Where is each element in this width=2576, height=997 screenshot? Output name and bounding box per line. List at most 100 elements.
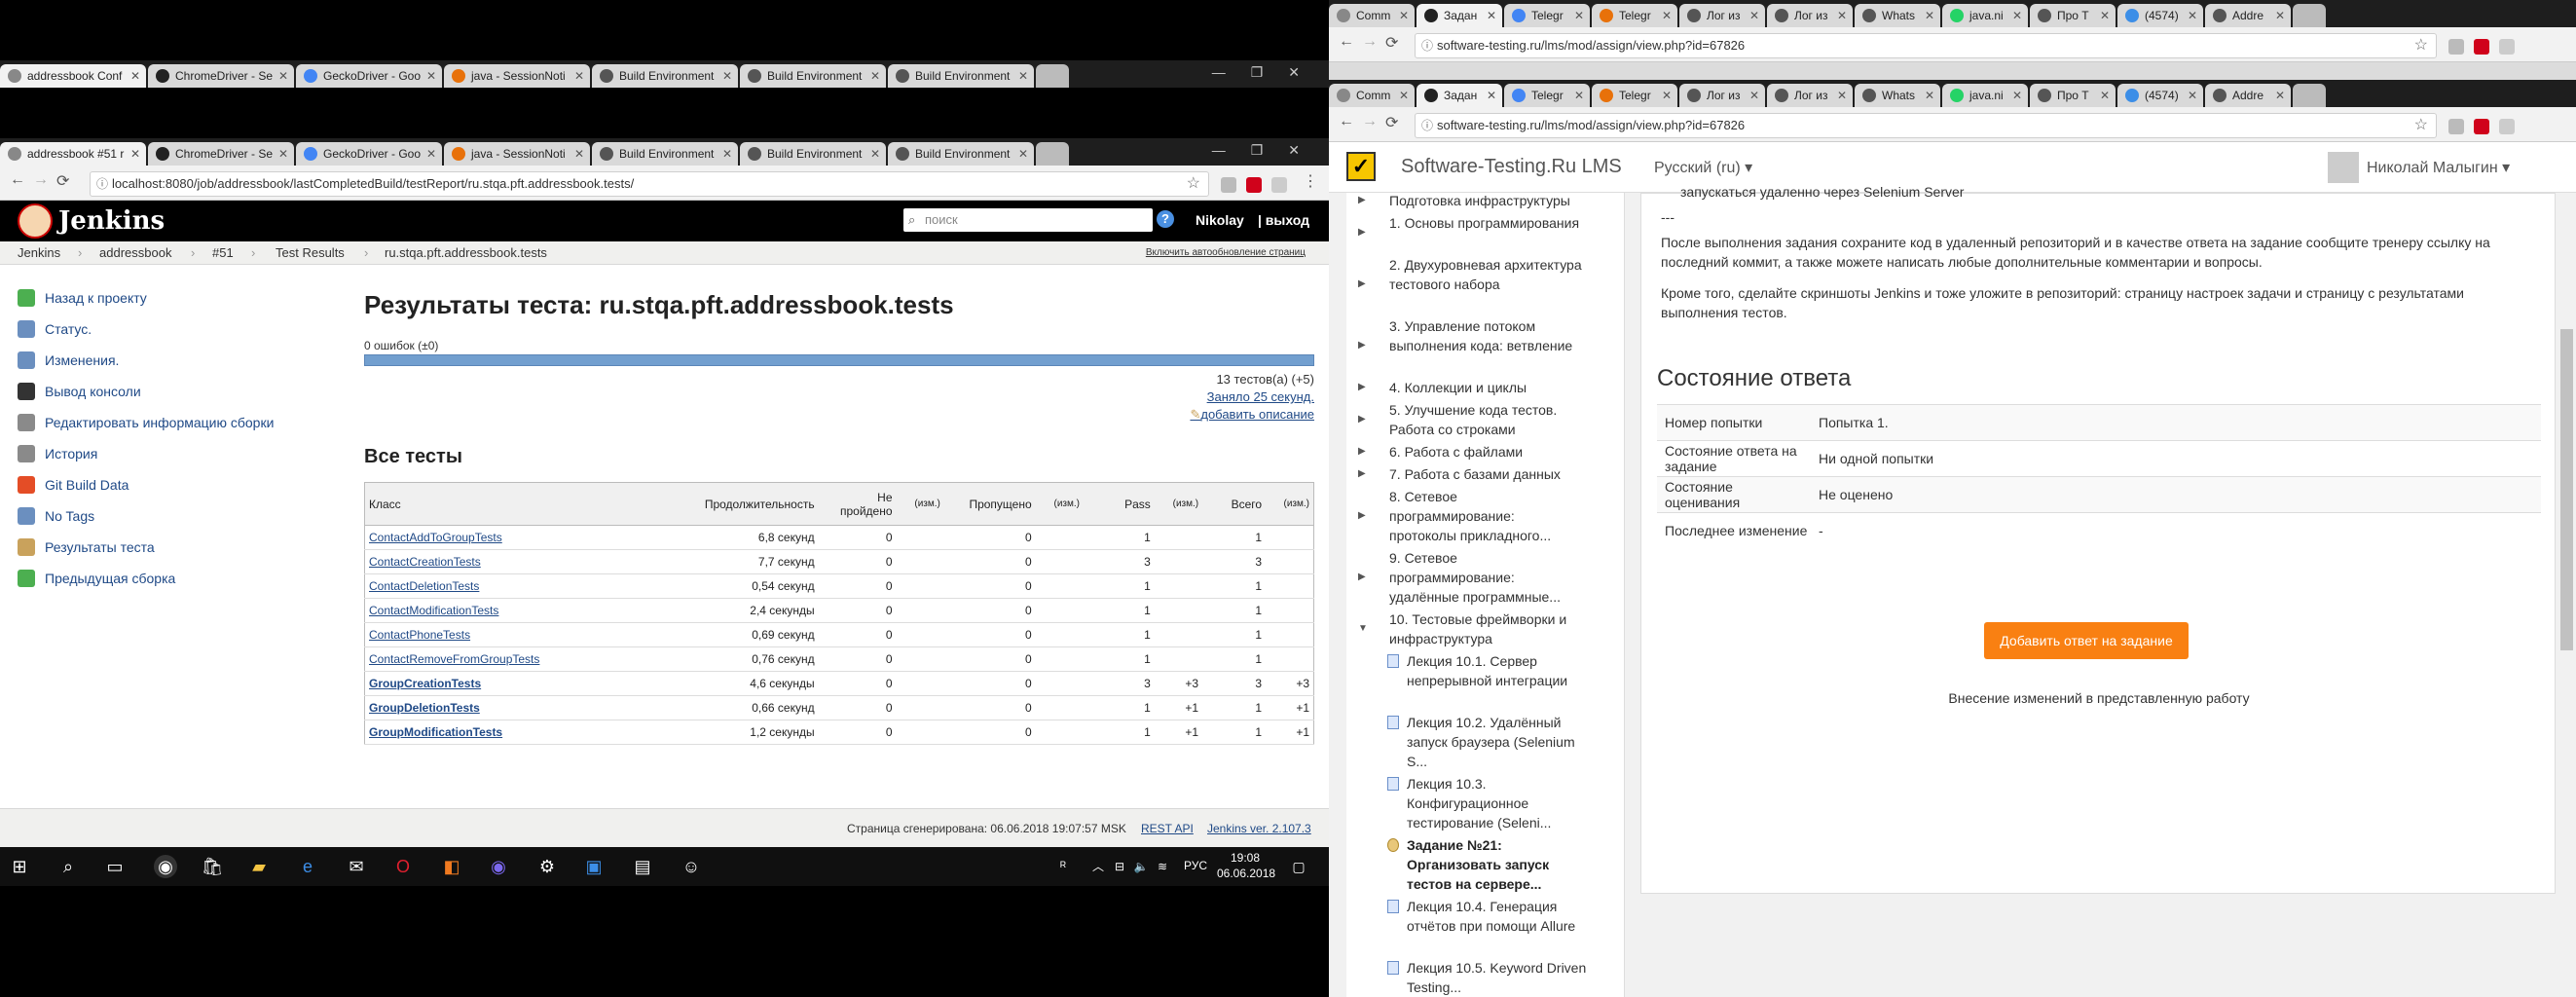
breadcrumb-item[interactable]: ru.stqa.pft.addressbook.tests xyxy=(385,241,547,265)
close-tab-icon[interactable]: ✕ xyxy=(2188,84,2197,107)
close-tab-icon[interactable]: ✕ xyxy=(1925,84,1934,107)
browser-tab[interactable]: Telegr ✕ xyxy=(1592,84,1677,107)
extension-icon[interactable] xyxy=(2499,119,2515,134)
browser-tab[interactable]: Задан ✕ xyxy=(1417,4,1502,27)
breadcrumb-item[interactable]: addressbook xyxy=(99,241,171,265)
test-class-link[interactable]: ContactCreationTests xyxy=(369,555,481,569)
chevron-right-icon[interactable]: ▶ xyxy=(1358,378,1366,397)
new-tab-button[interactable] xyxy=(2293,84,2326,107)
side-task-link[interactable]: No Tags xyxy=(18,500,339,532)
close-tab-icon[interactable]: ✕ xyxy=(870,64,880,88)
browser-tab[interactable]: java.ni ✕ xyxy=(1942,4,2028,27)
jenkins-version-link[interactable]: Jenkins ver. 2.107.3 xyxy=(1207,822,1311,835)
side-task-link[interactable]: Редактировать информацию сборки xyxy=(18,407,339,438)
new-tab-button[interactable] xyxy=(1036,64,1069,88)
side-task-link[interactable]: История xyxy=(18,438,339,469)
extension-icon[interactable] xyxy=(2474,119,2489,134)
side-task-link[interactable]: Вывод консоли xyxy=(18,376,339,407)
test-class-link[interactable]: ContactAddToGroupTests xyxy=(369,531,502,544)
extension-icon[interactable] xyxy=(1221,177,1236,193)
close-tab-icon[interactable]: ✕ xyxy=(2012,4,2022,27)
opera-icon[interactable]: O xyxy=(391,855,415,878)
browser-tab[interactable]: java - SessionNoti ✕ xyxy=(444,64,590,88)
file-explorer-icon[interactable]: ▰ xyxy=(247,855,271,878)
column-header[interactable]: (изм.) xyxy=(1035,482,1084,526)
start-icon[interactable]: ⊞ xyxy=(8,855,31,878)
column-header[interactable]: Всего xyxy=(1202,482,1267,526)
column-header[interactable]: Pass xyxy=(1084,482,1155,526)
back-icon[interactable]: ← xyxy=(10,171,25,189)
close-tab-icon[interactable]: ✕ xyxy=(1749,4,1759,27)
chevron-right-icon[interactable]: ▶ xyxy=(1358,442,1366,462)
nav-item[interactable]: Задание №21: Организовать запуск тестов … xyxy=(1346,835,1624,894)
nav-item[interactable]: Лекция 10.3. Конфигурационное тестирован… xyxy=(1346,774,1624,832)
browser-tab[interactable]: Build Environment ✕ xyxy=(740,142,886,166)
browser-tab[interactable]: java.ni ✕ xyxy=(1942,84,2028,107)
nav-item[interactable]: ▶ 9. Сетевое программирование: удалённые … xyxy=(1346,548,1624,607)
browser-tab[interactable]: Build Environment ✕ xyxy=(888,64,1034,88)
edge-icon[interactable]: e xyxy=(296,855,319,878)
rest-api-link[interactable]: REST API xyxy=(1141,822,1194,835)
breadcrumb-item[interactable]: Test Results xyxy=(276,241,345,265)
chevron-right-icon[interactable]: ▶ xyxy=(1358,336,1366,355)
forward-icon[interactable]: → xyxy=(1362,113,1378,130)
info-icon[interactable]: ⓘ xyxy=(1421,34,1433,57)
browser-tab[interactable]: java - SessionNoti ✕ xyxy=(444,142,590,166)
browser-tab[interactable]: Whats ✕ xyxy=(1855,4,1940,27)
chevron-right-icon[interactable]: ▶ xyxy=(1358,223,1366,242)
reload-icon[interactable]: ⟳ xyxy=(1385,33,1398,53)
extension-icon[interactable] xyxy=(2448,119,2464,134)
language-indicator[interactable]: РУС xyxy=(1184,859,1207,872)
store-icon[interactable]: 🛍 xyxy=(201,855,224,878)
test-class-link[interactable]: ContactDeletionTests xyxy=(369,579,479,593)
chevron-right-icon[interactable]: ▶ xyxy=(1358,410,1366,429)
browser-tab[interactable]: Telegr ✕ xyxy=(1504,84,1590,107)
test-class-link[interactable]: GroupDeletionTests xyxy=(369,701,480,715)
menu-icon[interactable]: ⋮ xyxy=(1303,171,1318,191)
nav-item[interactable]: ▼ 10. Тестовые фреймворки и инфраструктур… xyxy=(1346,609,1624,648)
close-tab-icon[interactable]: ✕ xyxy=(1399,84,1409,107)
side-task-link[interactable]: Статус. xyxy=(18,314,339,345)
jenkins-taskbar-icon[interactable]: ☺ xyxy=(680,855,703,878)
chevron-right-icon[interactable]: ▶ xyxy=(1358,275,1366,294)
app-icon[interactable]: ◧ xyxy=(440,855,463,878)
close-tab-icon[interactable]: ✕ xyxy=(130,142,140,166)
column-header[interactable]: Класс xyxy=(364,482,666,526)
extension-icon[interactable] xyxy=(2474,39,2489,55)
browser-tab[interactable]: Whats ✕ xyxy=(1855,84,1940,107)
browser-tab[interactable]: (4574) ✕ xyxy=(2117,84,2203,107)
close-tab-icon[interactable]: ✕ xyxy=(1662,84,1672,107)
close-tab-icon[interactable]: ✕ xyxy=(1487,84,1496,107)
browser-tab[interactable]: addressbook Conf ✕ xyxy=(0,64,146,88)
close-tab-icon[interactable]: ✕ xyxy=(1837,84,1847,107)
browser-tab[interactable]: Про Т ✕ xyxy=(2030,84,2116,107)
close-tab-icon[interactable]: ✕ xyxy=(1662,4,1672,27)
close-tab-icon[interactable]: ✕ xyxy=(426,142,436,166)
nav-item[interactable]: ▶ 8. Сетевое программирование: протоколы … xyxy=(1346,487,1624,545)
column-header[interactable]: Не пройдено xyxy=(818,482,897,526)
close-tab-icon[interactable]: ✕ xyxy=(1837,4,1847,27)
user-menu[interactable]: Николай Малыгин ▾ xyxy=(2367,158,2510,177)
add-description-link[interactable]: ✎добавить описание xyxy=(1190,407,1314,423)
close-tab-icon[interactable]: ✕ xyxy=(2188,4,2197,27)
address-bar[interactable]: ⓘ software-testing.ru/lms/mod/assign/vie… xyxy=(1415,33,2437,58)
nav-item[interactable]: ▶ 6. Работа с файлами xyxy=(1346,442,1624,462)
close-tab-icon[interactable]: ✕ xyxy=(278,64,288,88)
column-header[interactable]: (изм.) xyxy=(896,482,944,526)
chevron-right-icon[interactable]: ▶ xyxy=(1358,464,1366,484)
add-submission-button[interactable]: Добавить ответ на задание xyxy=(1984,622,2189,659)
side-task-link[interactable]: Предыдущая сборка xyxy=(18,563,339,594)
close-tab-icon[interactable]: ✕ xyxy=(1574,4,1584,27)
address-bar[interactable]: ⓘ software-testing.ru/lms/mod/assign/vie… xyxy=(1415,113,2437,138)
app-icon[interactable]: ◉ xyxy=(487,855,510,878)
back-icon[interactable]: ← xyxy=(1339,113,1354,130)
network-icon[interactable]: ⊟ xyxy=(1108,855,1131,878)
browser-tab[interactable]: Лог из ✕ xyxy=(1767,4,1853,27)
nav-item[interactable]: Лекция 10.2. Удалённый запуск браузера (… xyxy=(1346,713,1624,771)
forward-icon[interactable]: → xyxy=(33,171,49,189)
intellij-icon[interactable]: ▣ xyxy=(582,855,606,878)
language-menu[interactable]: Русский (ru) ▾ xyxy=(1654,158,1752,177)
nav-item[interactable]: Лекция 10.4. Генерация отчётов при помощ… xyxy=(1346,897,1624,955)
jenkins-brand[interactable]: Jenkins xyxy=(58,206,165,236)
forward-icon[interactable]: → xyxy=(1362,33,1378,51)
